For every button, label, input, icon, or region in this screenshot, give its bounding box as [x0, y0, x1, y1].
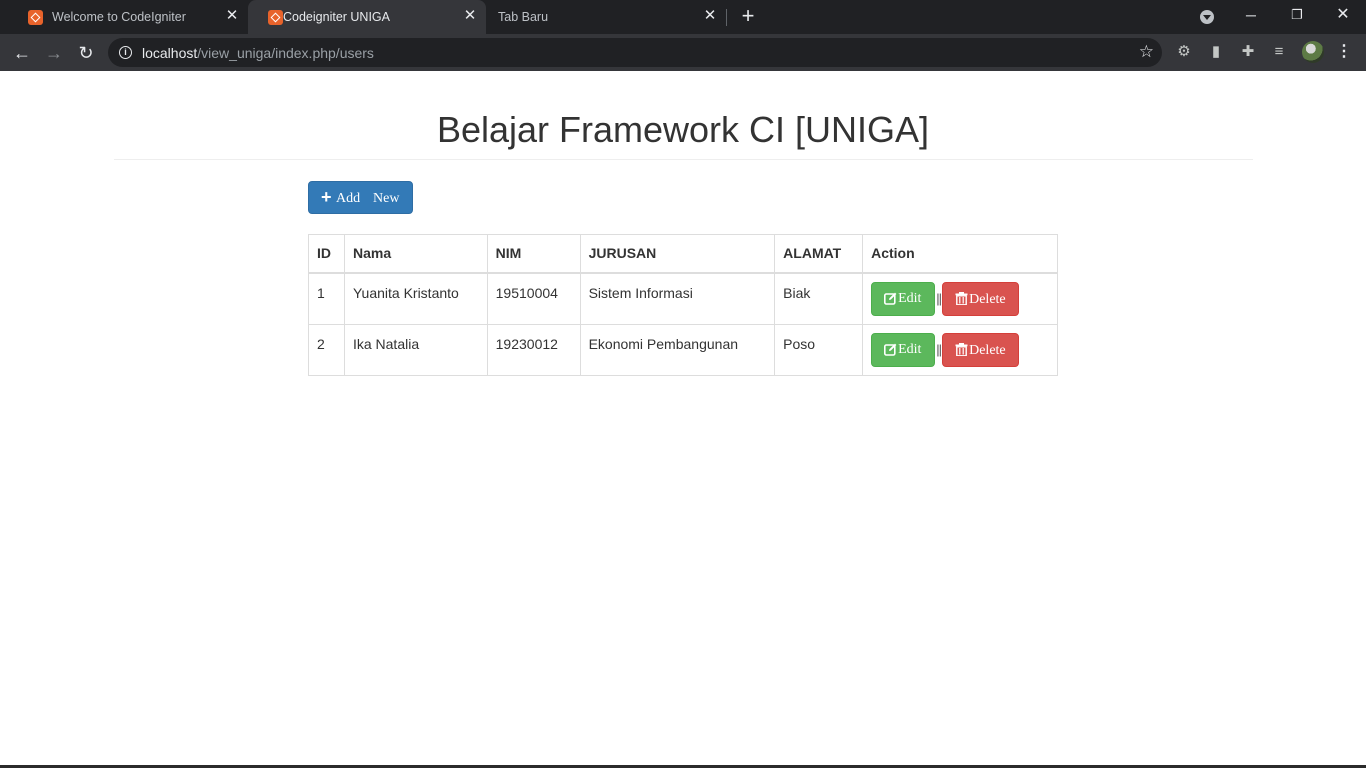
- delete-button[interactable]: Delete: [942, 332, 1020, 367]
- cell-alamat: Biak: [774, 272, 864, 325]
- cell-jurusan: Ekonomi Pembangunan: [579, 323, 776, 376]
- delete-button[interactable]: Delete: [942, 281, 1020, 316]
- codeigniter-icon: [28, 10, 43, 25]
- edit-button[interactable]: Edit: [871, 281, 936, 316]
- browser-toolbar: ← → ↻ i localhost/view_uniga/index.php/u…: [0, 34, 1366, 71]
- url-text[interactable]: localhost/view_uniga/index.php/users: [142, 45, 374, 61]
- settings-gear-icon[interactable]: ⚙: [1176, 44, 1192, 60]
- tab-title: Welcome to CodeIgniter: [52, 10, 186, 24]
- table-row: 1 Yuanita Kristanto 19510004 Sistem Info…: [308, 272, 1058, 325]
- header-alamat: ALAMAT: [774, 234, 864, 274]
- cell-id: 2: [308, 323, 345, 376]
- header-nama: Nama: [343, 234, 488, 274]
- tab-title: Tab Baru: [498, 10, 549, 24]
- table-row: 2 Ika Natalia 19230012 Ekonomi Pembangun…: [308, 323, 1058, 376]
- codeigniter-icon: [268, 10, 283, 25]
- add-new-button[interactable]: + Add New: [308, 181, 413, 214]
- header-id: ID: [308, 234, 345, 274]
- edit-square-icon: [884, 343, 897, 356]
- delete-label: Delete: [969, 291, 1006, 307]
- restore-icon[interactable]: ❐: [1286, 4, 1308, 26]
- new-tab-icon[interactable]: +: [738, 5, 758, 27]
- cell-nama: Yuanita Kristanto: [343, 272, 488, 325]
- minimize-icon[interactable]: ─: [1240, 4, 1262, 26]
- close-icon[interactable]: ✕: [702, 8, 718, 24]
- action-separator: ||: [936, 290, 942, 306]
- cell-alamat: Poso: [774, 323, 864, 376]
- cell-nama: Ika Natalia: [343, 323, 488, 376]
- menu-icon[interactable]: ⋮: [1336, 43, 1352, 61]
- close-icon[interactable]: ✕: [462, 8, 478, 24]
- table-header-row: ID Nama NIM JURUSAN ALAMAT Action: [308, 234, 1058, 274]
- browser-tabstrip: Welcome to CodeIgniter ✕ Codeigniter UNI…: [0, 0, 1366, 34]
- edit-label: Edit: [898, 341, 922, 357]
- new-label: New: [373, 191, 400, 206]
- back-icon[interactable]: ←: [10, 41, 34, 65]
- reload-icon[interactable]: ↻: [74, 41, 98, 65]
- cell-id: 1: [308, 272, 345, 325]
- cell-nim: 19230012: [486, 323, 581, 376]
- reading-list-icon[interactable]: ≡: [1271, 44, 1287, 60]
- cell-nim: 19510004: [486, 272, 581, 325]
- tab-divider: [726, 9, 727, 26]
- tab-welcome-codeigniter[interactable]: Welcome to CodeIgniter ✕: [8, 0, 246, 34]
- delete-label: Delete: [969, 342, 1006, 358]
- page-content: Belajar Framework CI [UNIGA] + Add New I…: [0, 71, 1366, 768]
- header-nim: NIM: [486, 234, 581, 274]
- puzzle-icon[interactable]: ✚: [1240, 44, 1256, 60]
- url-path: /view_uniga/index.php/users: [197, 45, 374, 61]
- tab-search-icon[interactable]: [1200, 10, 1214, 24]
- users-table: ID Nama NIM JURUSAN ALAMAT Action 1 Yuan…: [308, 234, 1058, 376]
- address-bar[interactable]: i localhost/view_uniga/index.php/users ☆: [108, 38, 1162, 67]
- bookmark-star-icon[interactable]: ☆: [1139, 42, 1154, 62]
- window-close-icon[interactable]: ✕: [1332, 4, 1354, 26]
- header-action: Action: [862, 234, 1058, 274]
- trash-icon: [955, 342, 968, 356]
- cell-action: Edit || Delete: [862, 272, 1058, 325]
- tab-baru[interactable]: Tab Baru ✕: [488, 0, 724, 34]
- add-label: Add: [336, 191, 361, 206]
- avatar[interactable]: [1302, 41, 1324, 63]
- site-info-icon[interactable]: i: [119, 46, 132, 59]
- close-icon[interactable]: ✕: [224, 8, 240, 24]
- extension-icon[interactable]: ▮: [1208, 44, 1224, 60]
- edit-button[interactable]: Edit: [871, 332, 936, 367]
- plus-icon: +: [321, 187, 332, 207]
- cell-action: Edit || Delete: [862, 323, 1058, 376]
- tab-codeigniter-uniga[interactable]: Codeigniter UNIGA ✕: [248, 0, 486, 34]
- cell-jurusan: Sistem Informasi: [579, 272, 776, 325]
- divider: [114, 159, 1253, 160]
- edit-label: Edit: [898, 290, 922, 306]
- trash-icon: [955, 291, 968, 305]
- forward-icon[interactable]: →: [42, 41, 66, 65]
- url-host: localhost: [142, 45, 198, 61]
- page-title: Belajar Framework CI [UNIGA]: [436, 109, 930, 150]
- action-separator: ||: [936, 341, 942, 357]
- tab-title: Codeigniter UNIGA: [283, 10, 390, 24]
- header-jurusan: JURUSAN: [579, 234, 776, 274]
- edit-square-icon: [884, 292, 897, 305]
